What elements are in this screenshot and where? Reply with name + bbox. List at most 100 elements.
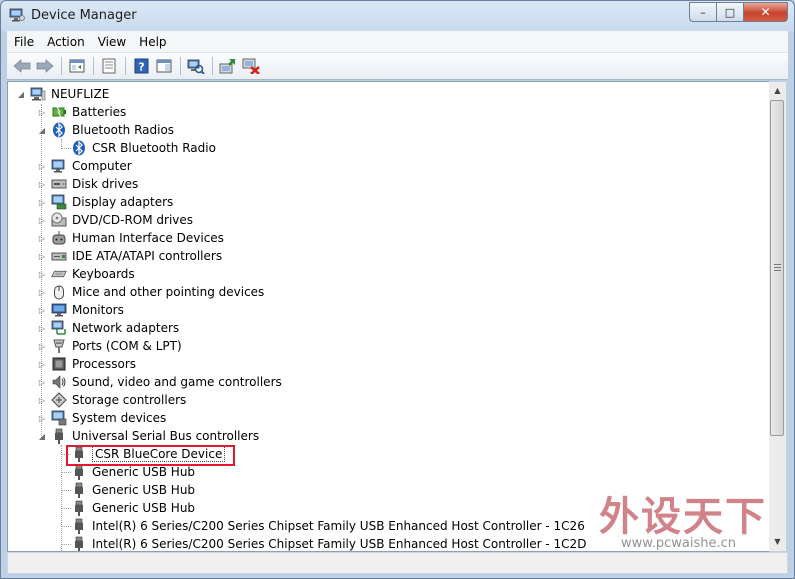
tree-item-intel-usb-host-controller-1c2d[interactable]: Intel(R) 6 Series/C200 Series Chipset Fa… [71,535,587,551]
menu-help[interactable]: Help [132,35,172,49]
tree-item-computer[interactable]: ▷ Computer [37,157,132,175]
menu-view[interactable]: View [91,35,132,49]
sound-icon [51,374,67,390]
device-manager-icon [9,8,25,22]
disk-drive-icon [51,176,67,192]
tree-item-generic-usb-hub[interactable]: Generic USB Hub [71,481,195,499]
tree-item-hid[interactable]: ▷ Human Interface Devices [37,229,224,247]
expand-icon[interactable]: ▷ [37,269,47,279]
tree-item-label: DVD/CD-ROM drives [72,213,194,227]
tree-item-generic-usb-hub[interactable]: Generic USB Hub [71,499,195,517]
usb-plug-icon [71,464,87,480]
expand-icon[interactable]: ▷ [37,233,47,243]
expand-icon[interactable]: ▷ [37,377,47,387]
tree-item-label: Intel(R) 6 Series/C200 Series Chipset Fa… [92,519,585,533]
title-bar[interactable]: Device Manager – □ ✕ [1,1,794,31]
expand-icon[interactable]: ▷ [37,341,47,351]
vertical-scrollbar[interactable]: ▲ ▼ [769,81,787,552]
toolbar-separator [125,57,126,75]
tree-item-label: Display adapters [72,195,174,209]
tree-item-network-adapters[interactable]: ▷ Network adapters [37,319,179,337]
minimize-button[interactable]: – [689,2,717,22]
help-icon: ? [134,58,148,74]
expand-icon[interactable]: ▷ [37,161,47,171]
forward-icon [36,59,54,73]
tree-item-usb-controllers[interactable]: ◢ Universal Serial Bus controllers [37,427,259,445]
tree-item-keyboards[interactable]: ▷ Keyboards [37,265,135,283]
update-driver-button[interactable] [217,56,239,76]
action-pane-button[interactable] [153,56,175,76]
scan-hardware-changes-icon [187,59,205,74]
scrollbar-thumb[interactable] [770,100,784,436]
maximize-button[interactable]: □ [717,2,744,22]
collapse-icon[interactable]: ◢ [16,89,26,99]
back-button[interactable] [11,56,33,76]
tree-item-processors[interactable]: ▷ Processors [37,355,136,373]
tree-item-monitors[interactable]: ▷ Monitors [37,301,124,319]
expand-icon[interactable]: ▷ [37,251,47,261]
expand-icon[interactable]: ▷ [37,215,47,225]
tree-item-csr-bluetooth-radio[interactable]: CSR Bluetooth Radio [71,139,216,157]
help-button[interactable]: ? [130,56,152,76]
status-bar [7,552,788,574]
expand-icon[interactable]: ▷ [37,395,47,405]
tree-item-ports[interactable]: ▷ Ports (COM & LPT) [37,337,182,355]
tree-item-label: Generic USB Hub [92,501,196,515]
tree-item-label: Computer [72,159,132,173]
tree-item-label: Intel(R) 6 Series/C200 Series Chipset Fa… [92,537,587,551]
menu-action[interactable]: Action [40,35,91,49]
expand-icon[interactable]: ▷ [37,305,47,315]
forward-button[interactable] [34,56,56,76]
device-manager-window: Device Manager – □ ✕ File Action View He… [0,0,795,579]
tree-root[interactable]: ◢ NEUFLIZE [16,85,109,103]
device-tree[interactable]: ◢ NEUFLIZE ▷ Batteries ◢ Bluetooth Radio… [7,81,771,552]
usb-plug-icon [71,536,87,551]
tree-item-intel-usb-host-controller-1c26[interactable]: Intel(R) 6 Series/C200 Series Chipset Fa… [71,517,585,535]
tree-item-mice[interactable]: ▷ Mice and other pointing devices [37,283,264,301]
expand-icon[interactable]: ▷ [37,197,47,207]
back-icon [13,59,31,73]
close-icon: ✕ [760,5,771,19]
tree-item-ide-controllers[interactable]: ▷ IDE ATA/ATAPI controllers [37,247,222,265]
tree-item-label: Storage controllers [72,393,187,407]
battery-icon [51,104,67,120]
collapse-icon[interactable]: ◢ [37,431,47,441]
tree-item-system-devices[interactable]: ▷ System devices [37,409,166,427]
toolbar: ? [7,53,788,80]
tree-item-bluetooth-radios[interactable]: ◢ Bluetooth Radios [37,121,174,139]
menu-file[interactable]: File [7,35,40,49]
tree-item-disk-drives[interactable]: ▷ Disk drives [37,175,138,193]
tree-item-dvd-drives[interactable]: ▷ DVD/CD-ROM drives [37,211,193,229]
toolbar-separator [61,57,62,75]
collapse-icon[interactable]: ◢ [37,125,47,135]
network-adapter-icon [51,320,67,336]
storage-controller-icon [51,392,67,408]
scan-hardware-changes-button[interactable] [185,56,207,76]
tree-item-display-adapters[interactable]: ▷ Display adapters [37,193,173,211]
expand-icon[interactable]: ▷ [37,323,47,333]
tree-item-label: Processors [72,357,137,371]
usb-icon [51,428,67,444]
expand-icon[interactable]: ▷ [37,107,47,117]
close-button[interactable]: ✕ [744,2,788,22]
hid-icon [51,230,67,246]
show-hide-console-tree-button[interactable] [66,56,88,76]
expand-icon[interactable]: ▷ [37,359,47,369]
tree-item-sound[interactable]: ▷ Sound, video and game controllers [37,373,282,391]
uninstall-button[interactable] [240,56,262,76]
tree-item-storage-controllers[interactable]: ▷ Storage controllers [37,391,186,409]
expand-icon[interactable]: ▷ [37,179,47,189]
highlight-annotation [66,445,235,466]
tree-root-label: NEUFLIZE [51,87,110,101]
tree-item-batteries[interactable]: ▷ Batteries [37,103,126,121]
expand-icon[interactable]: ▷ [37,413,47,423]
properties-button[interactable] [98,56,120,76]
tree-item-label: IDE ATA/ATAPI controllers [72,249,223,263]
expand-icon[interactable]: ▷ [37,287,47,297]
tree-item-label: Mice and other pointing devices [72,285,265,299]
usb-plug-icon [71,518,87,534]
scroll-up-icon[interactable]: ▲ [769,82,786,99]
scroll-down-icon[interactable]: ▼ [769,533,786,550]
action-pane-icon [156,59,172,73]
tree-item-label: Monitors [72,303,124,317]
